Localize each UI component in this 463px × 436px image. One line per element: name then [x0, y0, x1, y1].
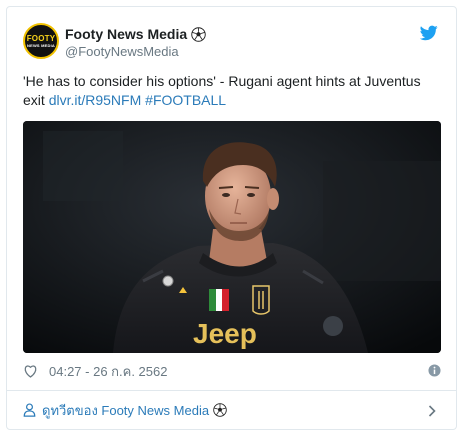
soccer-ball-icon	[191, 26, 206, 42]
view-profile-link[interactable]: ดูทวีตของ Footy News Media	[7, 391, 456, 429]
avatar-text-line1: FOOTY	[26, 34, 56, 43]
soccer-ball-icon	[213, 403, 227, 417]
tweet-meta-row: 04:27 - 26 ก.ค. 2562	[23, 361, 441, 381]
tweet-timestamp[interactable]: 04:27 - 26 ก.ค. 2562	[49, 361, 167, 382]
author-handle[interactable]: @FootyNewsMedia	[65, 44, 179, 59]
avatar-text-line2: NEWS MEDIA	[27, 43, 55, 48]
tweet-hashtag[interactable]: #FOOTBALL	[145, 92, 226, 108]
chevron-right-icon[interactable]	[428, 405, 436, 417]
view-profile-label[interactable]: ดูทวีตของ Footy News Media	[42, 400, 209, 421]
player-photo-illustration: Jeep	[23, 121, 441, 353]
tweet-photo[interactable]: Jeep	[23, 121, 441, 353]
jersey-sponsor-text: Jeep	[193, 318, 257, 349]
heart-icon[interactable]	[23, 364, 38, 378]
tweet-link[interactable]: dlvr.it/R95NFM	[49, 92, 142, 108]
info-icon[interactable]	[428, 364, 441, 377]
twitter-bird-icon[interactable]	[420, 25, 438, 41]
tweet-text: 'He has to consider his options' - Rugan…	[23, 72, 443, 110]
author-display-name[interactable]: Footy News Media	[65, 26, 187, 42]
embedded-tweet-card[interactable]: FOOTY NEWS MEDIA Footy News Media @Footy…	[6, 6, 457, 430]
avatar[interactable]: FOOTY NEWS MEDIA	[23, 23, 59, 59]
author-name-row[interactable]: Footy News Media	[65, 26, 206, 42]
person-icon	[23, 403, 36, 417]
